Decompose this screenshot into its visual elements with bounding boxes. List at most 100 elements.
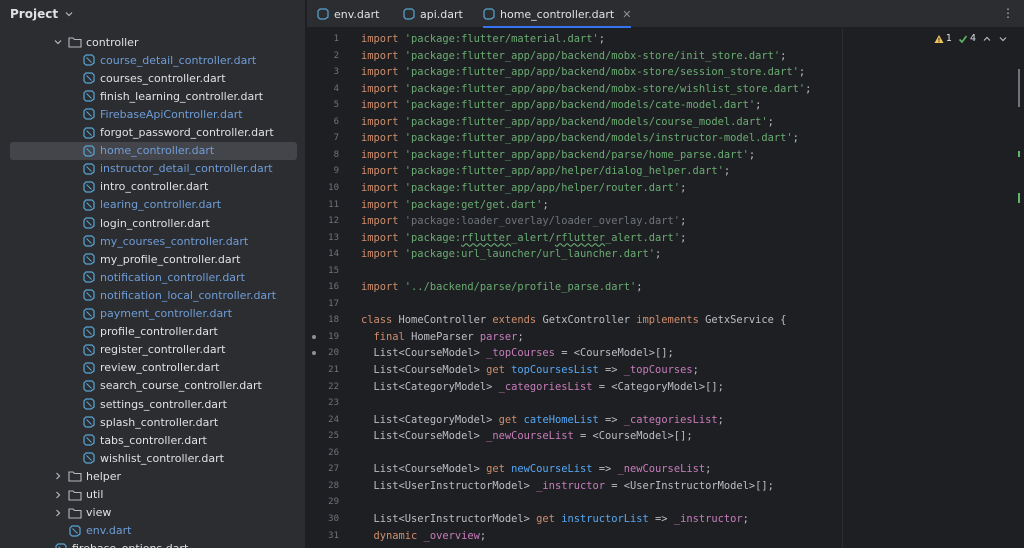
code-line[interactable]: List<CategoryModel> get cateHomeList => … xyxy=(361,412,724,428)
code-editor[interactable]: 1 2 3 4 5 6 7 8 9 10 11 12 13 14 15 16 17 18 19 20 21 22 23 24 2… xyxy=(307,29,1024,548)
tree-file[interactable]: login_controller.dart xyxy=(0,214,305,232)
line-number: 11 xyxy=(328,199,339,210)
tree-file[interactable]: FirebaseApiController.dart xyxy=(0,105,305,123)
tab-home-controller-dart[interactable]: home_controller.dart ✕ xyxy=(483,0,632,28)
tree-item-label: finish_learning_controller.dart xyxy=(100,89,264,103)
chevron-right-icon[interactable] xyxy=(52,470,64,482)
more-options-icon[interactable]: ⋮ xyxy=(1002,6,1014,20)
code-line[interactable]: import 'package:get/get.dart'; xyxy=(361,197,549,213)
code-token: ; xyxy=(717,413,724,426)
code-line[interactable]: class HomeController extends GetxControl… xyxy=(361,312,786,328)
tree-file[interactable]: home_controller.dart xyxy=(0,141,305,160)
code-token: ; xyxy=(636,281,643,294)
chevron-right-icon[interactable] xyxy=(52,489,64,501)
project-header[interactable]: Project xyxy=(0,0,305,28)
tree-file[interactable]: profile_controller.dart xyxy=(0,323,305,341)
code-line[interactable]: import 'package:flutter_app/app/backend/… xyxy=(361,48,786,64)
tree-file[interactable]: my_courses_controller.dart xyxy=(0,232,305,250)
tree-file[interactable]: notification_controller.dart xyxy=(0,268,305,286)
tree-file[interactable]: notification_local_controller.dart xyxy=(0,286,305,304)
scrollbar-thumb[interactable] xyxy=(1018,69,1020,107)
gutter-marker-icon[interactable] xyxy=(312,334,316,339)
line-number: 16 xyxy=(328,282,339,293)
tree-file[interactable]: env.dart xyxy=(0,522,305,540)
tab-env-dart[interactable]: env.dart xyxy=(317,0,379,28)
line-number: 27 xyxy=(328,464,339,475)
tree-item-label: settings_controller.dart xyxy=(100,397,227,411)
tree-file[interactable]: review_controller.dart xyxy=(0,359,305,377)
tree-item-label: notification_local_controller.dart xyxy=(100,288,277,302)
line-number: 22 xyxy=(328,381,339,392)
code-line[interactable]: import 'package:rflutter_alert/rflutter_… xyxy=(361,230,686,246)
tree-file[interactable]: wishlist_controller.dart xyxy=(0,449,305,467)
code-line[interactable]: List<UserInstructorModel> _instructor = … xyxy=(361,478,774,494)
code-line[interactable]: final HomeParser parser; xyxy=(361,329,524,345)
vertical-scrollbar[interactable] xyxy=(1012,29,1024,548)
dart-file-icon xyxy=(82,180,96,194)
code-line[interactable]: List<CategoryModel> _categoriesList = <C… xyxy=(361,379,724,395)
code-token: ; xyxy=(680,215,687,228)
code-token: ; xyxy=(798,66,806,79)
tree-folder[interactable]: view xyxy=(0,504,305,522)
code-line[interactable]: import 'package:url_launcher/url_launche… xyxy=(361,246,661,262)
code-line[interactable]: import 'package:flutter_app/app/backend/… xyxy=(361,64,805,80)
tree-file[interactable]: payment_controller.dart xyxy=(0,305,305,323)
project-title[interactable]: Project xyxy=(10,7,58,21)
line-number: 15 xyxy=(328,265,339,276)
tree-file[interactable]: splash_controller.dart xyxy=(0,413,305,431)
line-number: 6 xyxy=(333,116,339,127)
tab-api-dart[interactable]: api.dart xyxy=(403,0,463,28)
code-line[interactable]: List<UserInstructorModel> get instructor… xyxy=(361,511,749,527)
code-line[interactable]: List<CourseModel> get newCourseList => _… xyxy=(361,461,712,477)
dart-file-icon xyxy=(82,53,96,67)
code-line[interactable]: import 'package:flutter_app/app/backend/… xyxy=(361,97,761,113)
inspection-widget[interactable]: 1 4 xyxy=(934,33,1008,44)
tree-file[interactable]: learing_controller.dart xyxy=(0,196,305,214)
warning-count[interactable]: 1 xyxy=(934,33,952,44)
code-line[interactable]: List<CourseModel> get topCoursesList => … xyxy=(361,362,699,378)
tree-item-label: env.dart xyxy=(86,524,132,538)
code-line[interactable]: import 'package:flutter_app/app/backend/… xyxy=(361,81,811,97)
code-line[interactable]: import '../backend/parse/profile_parse.d… xyxy=(361,279,643,295)
dart-file-icon xyxy=(82,198,96,212)
code-line[interactable]: dynamic _overview; xyxy=(361,528,487,544)
close-icon[interactable]: ✕ xyxy=(622,8,631,21)
tree-file[interactable]: courses_controller.dart xyxy=(0,69,305,87)
code-line[interactable]: List<CourseModel> _newCourseList = <Cour… xyxy=(361,428,693,444)
tree-file[interactable]: tabs_controller.dart xyxy=(0,431,305,449)
code-token: GetxService { xyxy=(705,314,787,327)
tree-folder[interactable]: controller xyxy=(0,33,305,51)
code-line[interactable]: List<CourseModel> _topCourses = <CourseM… xyxy=(361,345,674,361)
chevron-down-icon[interactable] xyxy=(998,34,1008,44)
tree-file[interactable]: my_profile_controller.dart xyxy=(0,250,305,268)
code-line[interactable]: import 'package:flutter/material.dart'; xyxy=(361,31,605,47)
tree-folder[interactable]: helper xyxy=(0,467,305,485)
code-line[interactable]: import 'package:flutter_app/app/helper/r… xyxy=(361,180,686,196)
chevron-up-icon[interactable] xyxy=(982,34,992,44)
code-token: _alert.dart' xyxy=(605,231,681,244)
code-line[interactable]: import 'package:flutter_app/app/backend/… xyxy=(361,147,755,163)
code-line[interactable]: import 'package:loader_overlay/loader_ov… xyxy=(361,213,686,229)
tree-file[interactable]: finish_learning_controller.dart xyxy=(0,87,305,105)
tree-file[interactable]: course_detail_controller.dart xyxy=(0,51,305,69)
tree-file[interactable]: intro_controller.dart xyxy=(0,178,305,196)
code-area[interactable]: import 'package:flutter/material.dart'; i… xyxy=(361,29,1024,548)
tree-file[interactable]: forgot_password_controller.dart xyxy=(0,124,305,142)
tree-file[interactable]: instructor_detail_controller.dart xyxy=(0,160,305,178)
tree-file[interactable]: register_controller.dart xyxy=(0,341,305,359)
code-line[interactable]: import 'package:flutter_app/app/backend/… xyxy=(361,114,774,130)
tree-file[interactable]: search_course_controller.dart xyxy=(0,377,305,395)
code-line[interactable]: import 'package:flutter_app/app/backend/… xyxy=(361,130,799,146)
tree-file[interactable]: firebase_options.dart xyxy=(0,540,305,548)
tree-file[interactable]: settings_controller.dart xyxy=(0,395,305,413)
dart-file-icon xyxy=(82,379,96,393)
check-count[interactable]: 4 xyxy=(958,33,976,44)
code-token: List<UserInstructorModel> xyxy=(361,479,537,492)
line-number: 4 xyxy=(333,83,339,94)
code-line[interactable]: import 'package:flutter_app/app/helper/d… xyxy=(361,163,730,179)
tree-folder[interactable]: util xyxy=(0,486,305,504)
chevron-down-icon[interactable] xyxy=(52,36,64,48)
chevron-down-icon[interactable] xyxy=(64,9,74,19)
code-token: extends xyxy=(492,314,543,327)
chevron-right-icon[interactable] xyxy=(52,507,64,519)
